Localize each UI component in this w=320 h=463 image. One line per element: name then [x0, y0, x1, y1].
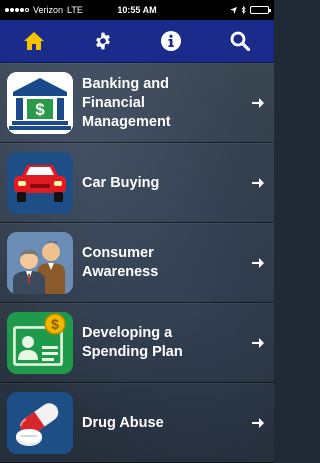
menu-item-label: Banking and Financial Management — [82, 75, 171, 130]
car-icon — [7, 152, 73, 214]
svg-text:$: $ — [35, 100, 45, 119]
signal-strength-icon — [5, 8, 29, 12]
arrow-right-icon — [248, 418, 264, 428]
search-icon — [230, 31, 250, 51]
home-button[interactable] — [14, 21, 54, 61]
people-icon — [7, 232, 73, 294]
arrow-right-icon — [248, 258, 264, 268]
menu-item-banking[interactable]: $ Banking and Financial Management — [0, 63, 274, 143]
menu-item-spending-plan[interactable]: $ Developing a Spending Plan — [0, 303, 274, 383]
battery-icon — [250, 6, 271, 14]
menu-item-label: Consumer Awareness — [82, 245, 159, 280]
arrow-right-icon — [248, 338, 264, 348]
menu-item-car-buying[interactable]: Car Buying — [0, 143, 274, 223]
bank-icon: $ — [7, 72, 73, 134]
location-icon — [230, 6, 237, 14]
status-bar: Verizon LTE 10:55 AM — [0, 0, 274, 20]
menu-item-label: Car Buying — [82, 174, 160, 191]
status-time: 10:55 AM — [117, 5, 157, 15]
info-button[interactable] — [151, 21, 191, 61]
bluetooth-icon — [241, 6, 246, 14]
id-card-icon: $ — [7, 312, 73, 374]
home-icon — [24, 32, 45, 50]
top-navigation-bar — [0, 20, 274, 63]
arrow-right-icon — [248, 178, 264, 188]
info-icon — [161, 31, 182, 51]
arrow-right-icon — [248, 98, 264, 108]
status-indicators — [230, 6, 271, 14]
settings-button[interactable] — [83, 21, 123, 61]
search-button[interactable] — [220, 21, 260, 61]
pill-icon — [7, 392, 73, 454]
topic-menu-list: $ Banking and Financial Management Car B… — [0, 63, 274, 463]
menu-item-label: Drug Abuse — [82, 414, 164, 431]
svg-text:$: $ — [51, 316, 59, 332]
carrier-name: Verizon — [33, 5, 64, 15]
gear-icon — [95, 32, 110, 50]
menu-item-drug-abuse[interactable]: Drug Abuse — [0, 383, 274, 463]
menu-item-label: Developing a Spending Plan — [82, 325, 183, 360]
network-type: LTE — [67, 5, 83, 15]
menu-item-consumer-awareness[interactable]: Consumer Awareness — [0, 223, 274, 303]
